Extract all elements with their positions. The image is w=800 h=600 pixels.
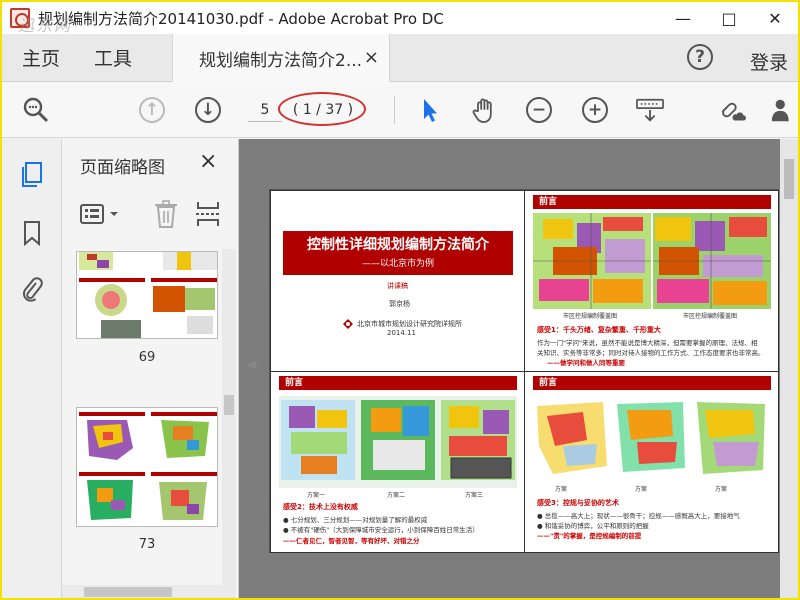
page-thumbnail[interactable] xyxy=(76,251,218,339)
map-caption-left: 市区控规编制覆盖图 xyxy=(563,313,618,320)
document-vertical-scrollbar[interactable] xyxy=(780,139,798,598)
scheme-maps-image xyxy=(279,396,517,488)
slide-header: 前言 xyxy=(533,195,771,209)
menu-home[interactable]: 主页 xyxy=(22,44,60,71)
slide-subtitle: ——以北京市为例 xyxy=(361,259,434,269)
slide-author: 郭京杨 xyxy=(389,300,410,308)
hand-icon[interactable] xyxy=(471,96,499,124)
slide-org: 北京市城市规划设计研究院详规所 xyxy=(357,320,462,328)
map-caption: 方案 xyxy=(715,486,728,493)
page-thumbnail[interactable] xyxy=(76,407,218,527)
insert-page-icon[interactable] xyxy=(194,199,222,229)
panel-close-icon[interactable]: × xyxy=(199,149,217,174)
org-logo-icon xyxy=(343,319,353,329)
map-caption: 方案 xyxy=(635,486,648,493)
slide-preface-2: 前言 方案一 方案二 方案三 感受2：技术上没有权威 ● 七分规划、三分规划——… xyxy=(270,371,525,553)
slide-line-3: ——"责"的掌握，是控规编制的前提 xyxy=(537,532,642,540)
comparison-maps-image xyxy=(533,396,771,480)
trash-icon[interactable] xyxy=(152,199,180,229)
thumbnail-tools xyxy=(76,199,226,229)
slide-line-2: ● 不被有"硬伤"（大到保障城市安全运行，小到保障百姓日常生活） xyxy=(283,526,479,534)
thumbnails-vertical-scrollbar[interactable] xyxy=(222,249,236,598)
slide-preface-3: 前言 方案 方案 方案 感受3：控规与妥协的艺术 ● 总揽——高大上；现状——很… xyxy=(524,371,779,553)
watermark: 迅东网 xyxy=(18,16,73,35)
add-user-icon[interactable] xyxy=(770,96,798,124)
pdf-page: 控制性详细规划编制方法简介 ——以北京市为例 讲课稿 郭京杨 北京市城市规划设计… xyxy=(269,189,779,553)
slide-date: 2014.11 xyxy=(387,329,416,337)
menu-bar: 主页 工具 规划编制方法简介2... × ? 登录 xyxy=(2,34,798,82)
close-button[interactable]: ✕ xyxy=(752,2,798,34)
help-icon[interactable]: ? xyxy=(687,44,713,70)
toolbar-separator xyxy=(394,96,395,124)
panel-toggle-icon[interactable]: ◀ xyxy=(247,357,256,371)
slide-line-3: ——仁者见仁，智者见智，等有好坏、对错之分 xyxy=(283,537,420,545)
red-highlight-ellipse xyxy=(278,92,366,126)
thumbnails-title: 页面缩略图 xyxy=(80,158,165,178)
page-up-icon[interactable]: ↑ xyxy=(138,96,166,124)
slide-header: 前言 xyxy=(279,376,517,390)
slide-point: 感受3：控规与妥协的艺术 xyxy=(537,499,619,507)
zoom-search-icon[interactable] xyxy=(22,96,50,124)
slide-line-2: 关知识、实务等非常多；同时对待人接物的工作方式、工作态度要求也非常高。 xyxy=(537,349,765,357)
maximize-button[interactable]: □ xyxy=(706,2,752,34)
keyboard-icon[interactable] xyxy=(636,96,664,124)
zoom-out-icon[interactable]: − xyxy=(525,96,553,124)
slide-tag: 讲课稿 xyxy=(387,282,408,290)
slide-line-1: ● 总揽——高大上；现状——很骨干；控规——感慨高大上，要接地气 xyxy=(537,512,740,520)
document-tab-label: 规划编制方法简介2... xyxy=(199,50,363,71)
slide-preface-1: 前言 市区控规编制覆盖图 市区控规编制覆盖图 感受1：千头万绪、复杂繁重、千形重… xyxy=(524,190,779,372)
slide-title: 控制性详细规划编制方法简介 xyxy=(307,237,489,253)
city-map-image xyxy=(533,213,771,309)
slide-title-band: 控制性详细规划编制方法简介 ——以北京市为例 xyxy=(283,231,513,275)
slide-point: 感受1：千头万绪、复杂繁重、千形重大 xyxy=(537,326,661,334)
slide-point: 感受2：技术上没有权威 xyxy=(283,503,358,511)
window-controls: — □ ✕ xyxy=(660,2,798,34)
map-caption-right: 市区控规编制覆盖图 xyxy=(683,313,738,320)
window-title: 规划编制方法简介20141030.pdf - Adobe Acrobat Pro… xyxy=(38,9,444,28)
tab-close-icon[interactable]: × xyxy=(364,47,379,68)
thumbnail-page-label: 69 xyxy=(138,350,156,365)
slide-line-1: 作为一门"学问"来说，虽然不能说是博大精深，但需要掌握的原理、法规、相 xyxy=(537,339,758,347)
acrobat-window: 迅东网 规划编制方法简介20141030.pdf - Adobe Acrobat… xyxy=(0,0,800,600)
thumbnails-icon[interactable] xyxy=(20,161,44,187)
slide-line-3: ——做学问和做人同等重要 xyxy=(547,359,625,367)
login-button[interactable]: 登录 xyxy=(750,48,788,75)
zoom-in-icon[interactable]: + xyxy=(581,96,609,124)
slide-line-2: ● 和谐妥协的博弈，公平和原则的把握 xyxy=(537,522,649,530)
select-arrow-icon[interactable] xyxy=(416,96,444,124)
thumbnail-page-label: 73 xyxy=(138,537,156,552)
scheme-caption: 方案二 xyxy=(387,492,406,499)
bookmark-icon[interactable] xyxy=(20,219,44,247)
thumbnails-panel: 页面缩略图 × 69 73 xyxy=(62,139,239,598)
thumbnail-options-icon[interactable] xyxy=(80,203,126,227)
menu-tools[interactable]: 工具 xyxy=(94,44,132,71)
scheme-caption: 方案一 xyxy=(307,492,326,499)
slide-line-1: ● 七分规划、三分规划——对规划量了解的最权威 xyxy=(283,516,428,524)
attachment-icon[interactable] xyxy=(20,275,44,302)
document-tab[interactable]: 规划编制方法简介2... × xyxy=(172,34,390,82)
minimize-button[interactable]: — xyxy=(660,2,706,34)
title-bar: 迅东网 规划编制方法简介20141030.pdf - Adobe Acrobat… xyxy=(2,2,798,35)
page-number-input[interactable]: 5 xyxy=(248,98,282,122)
slide-header: 前言 xyxy=(533,376,771,390)
scheme-caption: 方案三 xyxy=(465,492,484,499)
slide-title-page: 控制性详细规划编制方法简介 ——以北京市为例 讲课稿 郭京杨 北京市城市规划设计… xyxy=(270,190,525,372)
link-cloud-icon[interactable] xyxy=(718,96,746,124)
map-caption: 方案 xyxy=(555,486,568,493)
thumbnails-horizontal-scrollbar[interactable] xyxy=(62,585,222,598)
toolbar: ↑ ↓ 5 ( 1 / 37 ) − + xyxy=(2,82,798,138)
page-down-icon[interactable]: ↓ xyxy=(194,96,222,124)
left-rail xyxy=(2,139,62,598)
